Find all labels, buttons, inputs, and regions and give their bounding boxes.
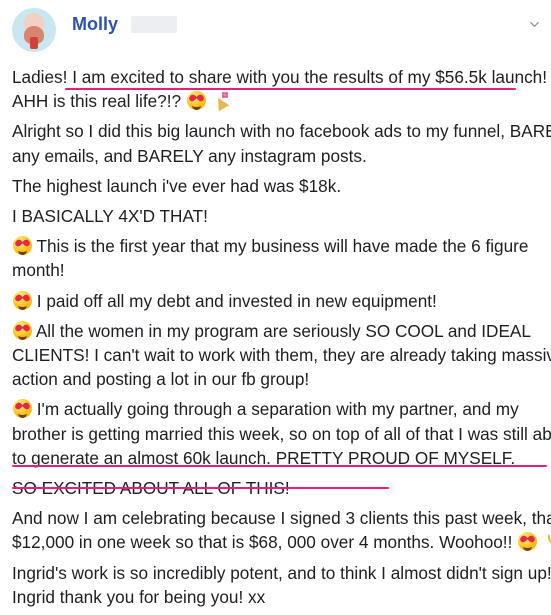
post-line: I'm actually going through a separation … (12, 397, 542, 421)
post-line: any emails, and BARELY any instagram pos… (12, 144, 542, 168)
post-line-text: Ingrid's work is so incredibly potent, a… (12, 562, 551, 583)
post-paragraph: And now I am celebrating because I signe… (12, 506, 551, 554)
post-body: Ladies! I am excited to share with you t… (12, 65, 551, 615)
post-line-text: month! (12, 260, 65, 281)
avatar[interactable] (12, 8, 56, 52)
highlight-underline (12, 487, 389, 489)
facebook-post: Molly Ladies! I am excited to share with… (0, 0, 551, 607)
post-line-text: action and posting a lot in our fb group… (12, 369, 310, 390)
smiling-face-with-heart-eyes-icon (186, 91, 206, 111)
post-line: $12,000 in one week so that is $68, 000 … (12, 530, 551, 554)
post-line-text: brother is getting married this week, so… (12, 423, 551, 444)
post-line: I BASICALLY 4X'D THAT! (12, 204, 542, 228)
post-header: Molly (12, 8, 178, 56)
post-line: And now I am celebrating because I signe… (12, 506, 551, 530)
post-line: CLIENTS! I can't wait to work with them,… (12, 343, 551, 367)
post-line: Ingrid's work is so incredibly potent, a… (12, 561, 551, 585)
smiling-face-with-heart-eyes-icon (13, 320, 32, 340)
smiling-face-with-heart-eyes-icon (13, 290, 32, 310)
post-line-text: I paid off all my debt and invested in n… (36, 290, 437, 311)
smiling-face-with-heart-eyes-icon (518, 532, 538, 552)
post-line: All the women in my program are seriousl… (12, 319, 542, 343)
post-paragraph: I BASICALLY 4X'D THAT! (12, 204, 542, 228)
highlight-underline (12, 465, 547, 467)
post-paragraph: Ingrid's work is so incredibly potent, a… (12, 561, 551, 609)
post-paragraph: The highest launch i've ever had was $18… (12, 174, 542, 198)
post-line: This is the first year that my business … (12, 234, 542, 258)
post-line-text: Alright so I did this big launch with no… (12, 121, 551, 142)
post-line: action and posting a lot in our fb group… (12, 367, 542, 391)
post-line: Alright so I did this big launch with no… (12, 119, 551, 143)
post-line-text: All the women in my program are seriousl… (35, 320, 531, 341)
post-paragraph: All the women in my program are seriousl… (12, 319, 551, 392)
post-paragraph: This is the first year that my business … (12, 234, 542, 282)
post-line: AHH is this real life?!? (12, 89, 542, 113)
post-line-text: I BASICALLY 4X'D THAT! (12, 206, 208, 227)
post-line-text: AHH is this real life?!? (12, 91, 182, 112)
post-line: I paid off all my debt and invested in n… (12, 289, 542, 313)
post-line-text: Ladies! I am excited to share with you t… (12, 67, 548, 87)
post-paragraph: I paid off all my debt and invested in n… (12, 289, 542, 313)
post-line-text: This is the first year that my business … (36, 236, 529, 257)
post-line-text: CLIENTS! I can't wait to work with them,… (12, 345, 551, 366)
smiling-face-with-heart-eyes-icon (13, 236, 32, 256)
post-line: The highest launch i've ever had was $18… (12, 174, 542, 198)
post-paragraph: I'm actually going through a separation … (12, 397, 551, 470)
author-name-group: Molly (72, 13, 178, 35)
smiling-face-with-heart-eyes-icon (13, 399, 32, 419)
post-line: Ingrid thank you for being you! xx (12, 585, 542, 609)
post-line-text: any emails, and BARELY any instagram pos… (12, 145, 367, 166)
trident-icon (546, 532, 551, 551)
post-line-text: And now I am celebrating because I signe… (12, 508, 551, 529)
author-name-link[interactable]: Molly (72, 13, 118, 35)
post-line-text: The highest launch i've ever had was $18… (12, 175, 342, 196)
chevron-down-icon[interactable] (530, 20, 539, 29)
post-line: month! (12, 258, 542, 282)
post-line-text: I'm actually going through a separation … (36, 399, 519, 420)
post-line: brother is getting married this week, so… (12, 422, 551, 446)
post-paragraph: Alright so I did this big launch with no… (12, 119, 551, 168)
post-line: Ladies! I am excited to share with you t… (12, 65, 547, 89)
redacted-last-name (131, 15, 178, 33)
party-popper-icon (212, 91, 231, 110)
post-line-text: $12,000 in one week so that is $68, 000 … (12, 532, 513, 553)
highlight-underline (65, 88, 516, 90)
post-line-text: Ingrid thank you for being you! xx (12, 586, 266, 607)
